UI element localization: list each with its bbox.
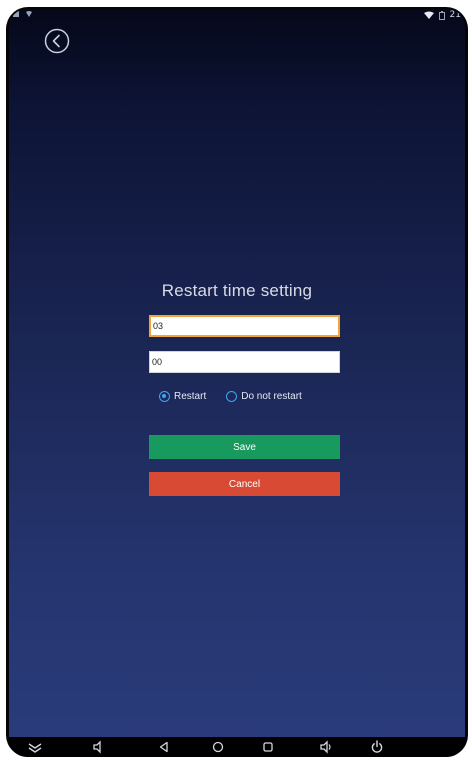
status-left [13,10,33,18]
wifi-small-icon [26,11,32,17]
status-bar: 21 [9,9,465,23]
radio-do-not-restart[interactable]: Do not restart [226,390,302,402]
back-icon[interactable] [44,28,70,54]
navigation-bar [9,737,465,757]
volume-up-icon[interactable] [319,740,333,754]
battery-icon [438,10,445,20]
restart-radio-group: Restart Do not restart [149,387,340,405]
radio-restart-label: Restart [174,390,207,402]
power-icon[interactable] [370,740,384,754]
collapse-icon[interactable] [28,740,42,754]
dialog-title: Restart time setting [161,281,313,300]
notification-icon [13,11,19,17]
back-triangle-icon[interactable] [157,740,171,754]
save-button[interactable]: Save [149,435,340,459]
home-circle-icon[interactable] [211,740,225,754]
recents-square-icon[interactable] [261,740,275,754]
radio-checked-icon [159,390,170,402]
status-time: 21 [449,10,461,20]
radio-unchecked-icon [226,390,238,402]
radio-restart[interactable]: Restart [159,390,207,402]
device-frame: 21 Restart time setting Restart Do not r… [0,0,472,761]
minute-input[interactable] [149,351,340,373]
cancel-button[interactable]: Cancel [149,472,340,496]
status-right: 21 [423,10,461,20]
radio-do-not-restart-label: Do not restart [241,390,302,402]
volume-down-icon[interactable] [91,740,105,754]
screen: 21 Restart time setting Restart Do not r… [9,9,465,737]
hour-input[interactable] [149,315,340,337]
wifi-icon [423,11,434,19]
